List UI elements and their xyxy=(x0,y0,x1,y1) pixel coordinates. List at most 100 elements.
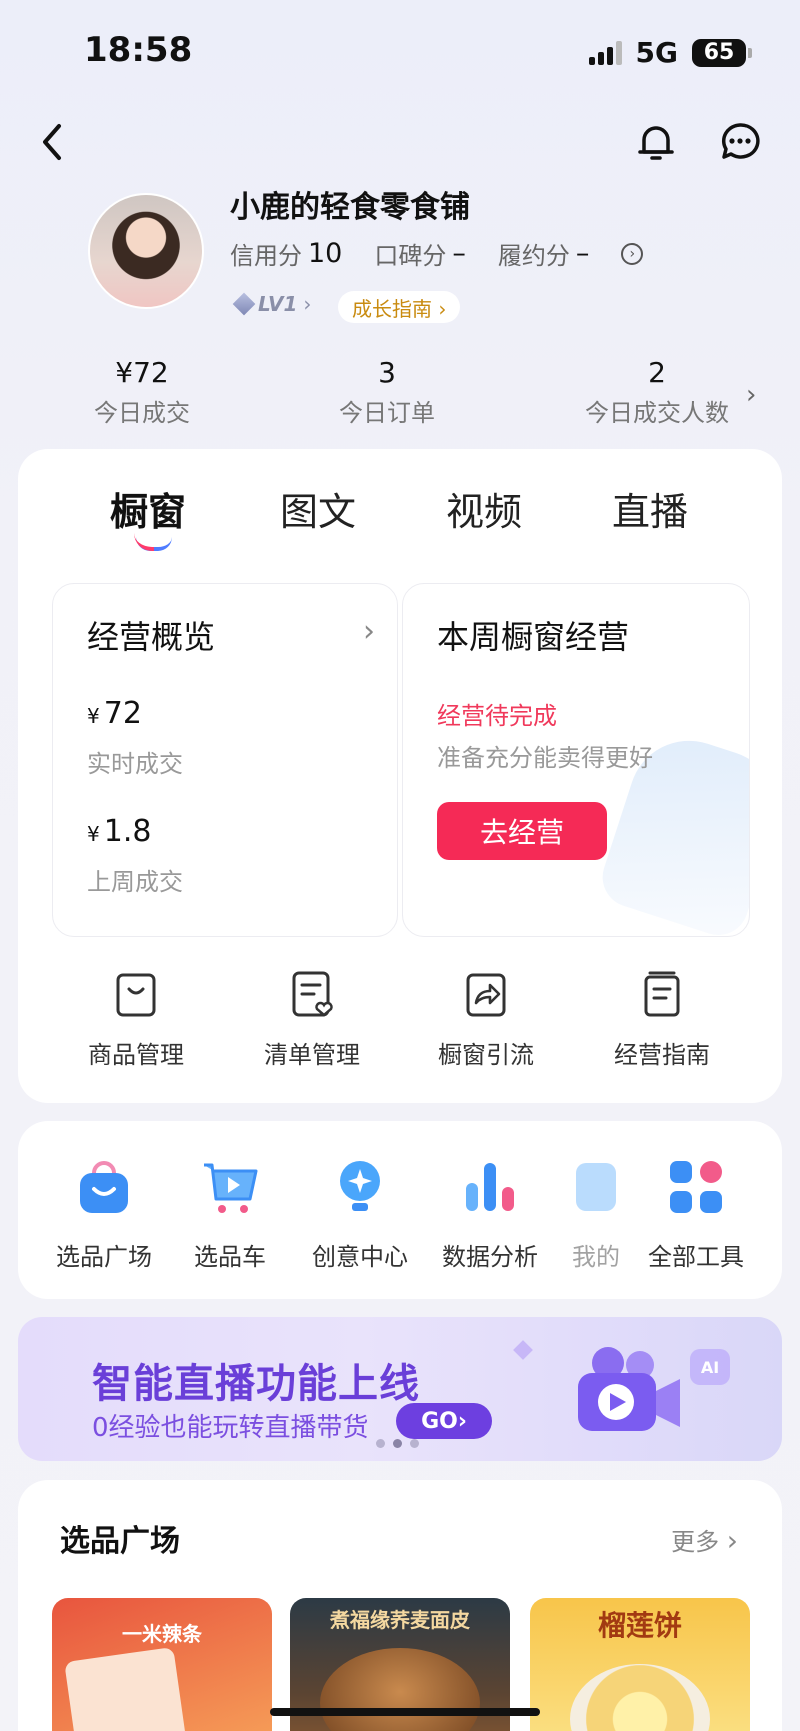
tab-image-text[interactable]: 图文 xyxy=(280,481,356,536)
tool-product-management[interactable]: 商品管理 xyxy=(66,969,206,1070)
bell-icon xyxy=(638,126,674,160)
product-caption: 一米辣条 xyxy=(122,1622,202,1646)
product-card[interactable]: 一米辣条 xyxy=(52,1598,272,1731)
list-heart-icon xyxy=(292,971,333,1017)
shop-name[interactable]: 小鹿的轻食零食铺 xyxy=(230,182,470,226)
live-feature-banner[interactable]: 智能直播功能上线 0经验也能玩转直播带货 GO› AI xyxy=(18,1317,782,1461)
app-creative-center[interactable]: 创意中心 xyxy=(300,1157,420,1272)
tool-label: 橱窗引流 xyxy=(438,1041,534,1069)
signal-icon xyxy=(588,40,622,65)
status-indicators: 5G 65 xyxy=(588,36,752,69)
credit-label: 信用分 xyxy=(230,242,302,270)
app-data-analysis[interactable]: 数据分析 xyxy=(430,1157,550,1272)
diamond-icon xyxy=(232,292,256,316)
app-shortcuts-card: 选品广场 选品车 创意中心 数据分析 我的 全部工具 xyxy=(18,1121,782,1299)
weekly-hint: 准备充分能卖得更好 xyxy=(437,744,653,772)
weekly-title: 本周橱窗经营 xyxy=(437,618,630,656)
stat-value: 3 xyxy=(378,356,396,389)
active-tab-indicator xyxy=(134,537,172,551)
section-title: 选品广场 xyxy=(60,1524,180,1559)
tab-video[interactable]: 视频 xyxy=(446,481,522,536)
realtime-gmv-label: 实时成交 xyxy=(87,750,183,778)
tool-list-management[interactable]: 清单管理 xyxy=(242,969,382,1070)
level-text: LV1 xyxy=(258,292,298,316)
bar-chart-icon xyxy=(466,1163,514,1211)
chat-bubble-icon xyxy=(721,123,760,159)
growth-guide-button[interactable]: 成长指南 › xyxy=(338,291,461,323)
chevron-right-icon: › xyxy=(303,292,312,316)
stat-today-buyers[interactable]: 2 今日成交人数 xyxy=(574,356,740,428)
stat-label: 今日成交 xyxy=(94,399,190,427)
tool-showcase-traffic[interactable]: 橱窗引流 xyxy=(416,969,556,1070)
stat-today-orders[interactable]: 3 今日订单 xyxy=(327,356,447,428)
product-image xyxy=(570,1664,710,1731)
app-selection-cart[interactable]: 选品车 xyxy=(170,1157,290,1272)
weekly-status: 经营待完成 xyxy=(437,702,557,730)
tab-showcase[interactable]: 橱窗 xyxy=(110,481,186,536)
my-icon xyxy=(576,1163,616,1211)
product-image xyxy=(64,1646,190,1731)
stat-today-gmv[interactable]: ¥72 今日成交 xyxy=(82,356,202,428)
tool-operation-guide[interactable]: 经营指南 xyxy=(592,969,732,1070)
bag-outline-icon xyxy=(116,973,156,1017)
tool-label: 商品管理 xyxy=(88,1041,184,1069)
grid-icon xyxy=(670,1161,722,1213)
product-caption: 榴莲饼 xyxy=(597,1609,682,1642)
selection-plaza-card: 选品广场 更多 › 一米辣条 煮福缘荞麦面皮 榴莲饼 xyxy=(18,1480,782,1731)
lastweek-gmv: ¥1.8 xyxy=(87,814,152,849)
fulfillment-value: – xyxy=(575,238,590,269)
app-label: 数据分析 xyxy=(442,1243,538,1271)
level-badge[interactable]: LV1 › xyxy=(232,292,312,316)
video-camera-icon xyxy=(578,1347,680,1431)
app-all-tools[interactable]: 全部工具 xyxy=(628,1157,764,1272)
lightbulb-icon xyxy=(340,1161,380,1211)
reputation-label: 口碑分 xyxy=(374,242,447,270)
more-link[interactable]: 更多 › xyxy=(671,1522,738,1557)
go-operate-button[interactable]: 去经营 xyxy=(437,802,607,860)
banner-subtitle: 0经验也能玩转直播带货 xyxy=(92,1413,369,1443)
app-selection-plaza[interactable]: 选品广场 xyxy=(44,1157,164,1272)
score-row[interactable]: 信用分 10 口碑分 – 履约分 – › xyxy=(230,236,644,271)
carousel-dots xyxy=(376,1439,419,1448)
stat-value: ¥72 xyxy=(115,356,169,389)
home-indicator xyxy=(270,1708,540,1716)
tab-live[interactable]: 直播 xyxy=(612,481,688,536)
lastweek-gmv-label: 上周成交 xyxy=(87,868,183,896)
weekly-ops-card[interactable]: 本周橱窗经营 经营待完成 准备充分能卖得更好 去经营 xyxy=(402,583,750,937)
sparkle-icon xyxy=(513,1340,533,1360)
stats-chevron-right-icon[interactable]: › xyxy=(746,380,756,410)
battery-icon: 65 xyxy=(692,38,752,67)
back-button[interactable] xyxy=(26,116,78,168)
app-label: 创意中心 xyxy=(312,1243,408,1271)
product-image xyxy=(320,1648,480,1731)
overview-card[interactable]: 经营概览 › ¥72 实时成交 ¥1.8 上周成交 xyxy=(52,583,398,937)
stat-value: 2 xyxy=(648,356,666,389)
chevron-right-icon: › xyxy=(726,1524,738,1557)
guide-book-icon xyxy=(644,971,680,1017)
app-label: 全部工具 xyxy=(648,1243,744,1271)
chevron-left-icon xyxy=(43,124,61,160)
ai-badge: AI xyxy=(690,1349,730,1385)
notification-button[interactable] xyxy=(630,116,682,168)
avatar[interactable] xyxy=(88,193,204,309)
reputation-value: – xyxy=(452,238,466,269)
app-label: 选品广场 xyxy=(56,1243,152,1271)
credit-value: 10 xyxy=(308,238,343,269)
product-card[interactable]: 榴莲饼 xyxy=(530,1598,750,1731)
realtime-gmv: ¥72 xyxy=(87,696,142,731)
network-label: 5G xyxy=(635,36,678,69)
circle-chevron-right-icon[interactable]: › xyxy=(621,242,644,265)
app-my[interactable]: 我的 xyxy=(556,1157,636,1272)
app-label: 选品车 xyxy=(194,1243,266,1271)
banner-title: 智能直播功能上线 xyxy=(92,1361,420,1407)
tool-label: 经营指南 xyxy=(614,1041,710,1069)
stat-label: 今日成交人数 xyxy=(585,399,729,427)
showcase-card: 橱窗 图文 视频 直播 经营概览 › ¥72 实时成交 ¥1.8 上周成交 本周… xyxy=(18,449,782,1103)
banner-go-button[interactable]: GO› xyxy=(396,1403,492,1439)
app-label: 我的 xyxy=(572,1243,620,1271)
status-time: 18:58 xyxy=(84,30,193,70)
cart-icon xyxy=(204,1163,258,1213)
chevron-right-icon: › xyxy=(363,614,375,649)
shopping-bag-icon xyxy=(80,1161,128,1213)
message-button[interactable] xyxy=(714,116,766,168)
